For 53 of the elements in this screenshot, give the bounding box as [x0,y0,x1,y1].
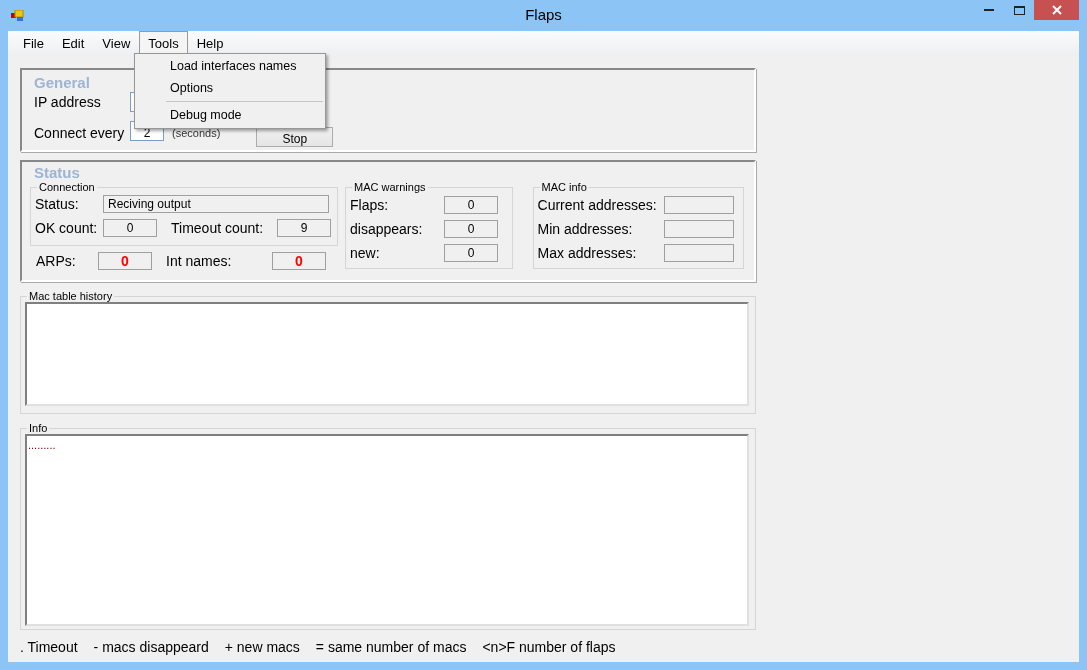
count-value: 9 [277,219,331,237]
legend-text: - macs disappeard [93,639,209,655]
unit-label: (seconds) [172,127,221,141]
group-title: Connection [38,181,96,193]
info-text-area[interactable]: ......... [25,434,749,626]
menu-item[interactable]: File [14,31,53,54]
field-label: new: [350,245,381,261]
menu-option[interactable]: Load interfaces names [135,55,325,77]
field-label: Flaps: [350,197,390,213]
field-label: IP address [34,94,102,110]
field-label: Timeout count: [171,220,265,236]
panel-title: Status [34,164,80,181]
count-value: 0 [272,252,326,270]
history-text-area[interactable] [25,302,749,406]
menu-item[interactable]: View [93,31,140,54]
count-value: 0 [444,220,498,238]
count-value: 0 [98,252,152,270]
group-title: MAC info [540,181,588,193]
legend-text: = same number of macs [315,639,467,655]
stop-button[interactable]: Stop [256,127,334,147]
count-value: 0 [444,196,498,214]
value-box [663,244,734,262]
status-value: Reciving output [103,195,329,213]
app-icon [11,9,25,22]
field-label: Current addresses: [537,197,658,213]
maximize-icon [1013,5,1025,15]
close-icon [1051,5,1062,15]
legend-text: <n>F number of flaps [482,639,616,655]
menu-item[interactable]: Help [187,31,233,54]
field-label: Status: [35,196,80,212]
count-value: 0 [103,219,157,237]
legend-text: + new macs [224,639,300,655]
close-button[interactable] [1034,0,1079,20]
legend-text: . Timeout [20,639,78,655]
group-title: Info [28,422,49,434]
field-label: Int names: [166,253,233,269]
field-label: Max addresses: [537,245,638,261]
field-label: Connect every [34,125,124,141]
field-label: disappears: [350,221,424,237]
menu-item[interactable]: Tools [139,31,188,54]
field-label: Min addresses: [537,221,634,237]
field-label: ARPs: [36,253,77,269]
field-label: OK count: [35,220,97,236]
count-value: 0 [444,244,498,262]
menu-item[interactable]: Edit [52,31,94,54]
window-title: Flaps [525,6,562,23]
minimize-icon [984,8,994,12]
group-title: Mac table history [28,290,114,302]
value-box [663,196,734,214]
group-title: MAC warnings [353,181,427,193]
panel-title: General [34,74,90,91]
menu-option[interactable]: Options [135,77,325,99]
value-box [663,220,734,238]
